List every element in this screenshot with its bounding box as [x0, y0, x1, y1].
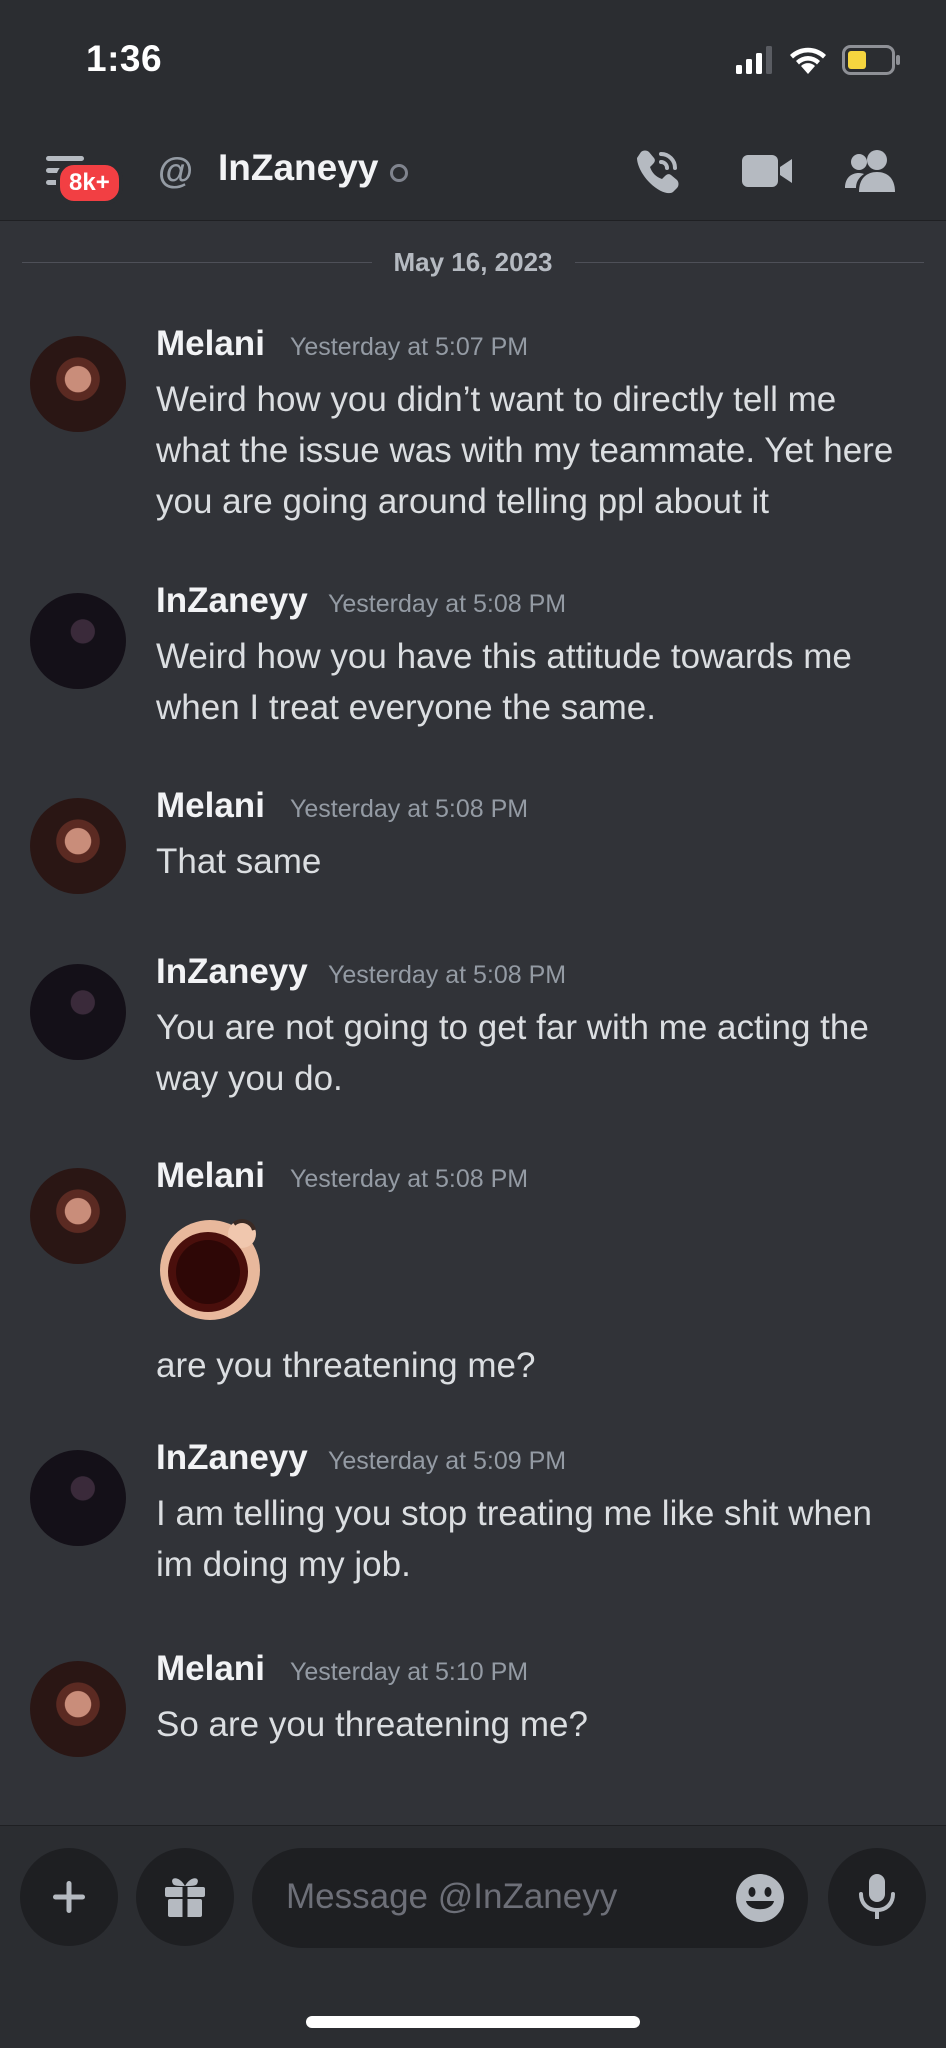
message-composer: Message @InZaneyy	[0, 1825, 946, 2048]
message-author[interactable]: Melani	[156, 1156, 265, 1196]
date-label: May 16, 2023	[393, 246, 553, 277]
message-timestamp: Yesterday at 5:08 PM	[290, 1165, 529, 1193]
message-author[interactable]: InZaneyy	[156, 581, 308, 621]
avatar[interactable]	[30, 1450, 126, 1546]
members-button[interactable]	[842, 142, 902, 200]
message-input-placeholder: Message @InZaneyy	[286, 1877, 618, 1916]
battery-icon	[842, 45, 900, 75]
wifi-icon	[790, 47, 826, 74]
video-icon	[742, 155, 792, 187]
message-author[interactable]: InZaneyy	[156, 952, 308, 992]
unread-badge: 8k+	[56, 161, 123, 205]
message-content: That same	[156, 842, 322, 881]
avatar[interactable]	[30, 1168, 126, 1264]
message-content: I am telling you stop treating me like s…	[156, 1494, 872, 1584]
emoji-icon[interactable]	[734, 1872, 786, 1924]
message-content: So are you threatening me?	[156, 1705, 588, 1744]
avatar[interactable]	[30, 964, 126, 1060]
avatar[interactable]	[30, 798, 126, 894]
message-input[interactable]: Message @InZaneyy	[252, 1848, 808, 1948]
divider-line	[574, 261, 925, 263]
channel-header: 8k+ @ InZaneyy	[0, 120, 946, 221]
at-icon: @	[158, 150, 194, 191]
avatar[interactable]	[30, 1661, 126, 1757]
avatar[interactable]	[30, 336, 126, 432]
gift-icon	[165, 1878, 205, 1917]
message-author[interactable]: InZaneyy	[156, 1438, 308, 1478]
attach-button[interactable]	[20, 1848, 118, 1946]
message-content: You are not going to get far with me act…	[156, 1008, 869, 1098]
message-content: Weird how you have this attitude towards…	[156, 637, 852, 727]
message-timestamp: Yesterday at 5:08 PM	[290, 795, 529, 823]
gift-button[interactable]	[136, 1848, 234, 1946]
members-icon	[845, 150, 895, 192]
call-button[interactable]	[628, 142, 688, 200]
dm-recipient-name[interactable]: InZaneyy	[218, 147, 378, 189]
home-indicator[interactable]	[306, 2016, 640, 2028]
status-time: 1:36	[86, 38, 163, 79]
video-call-button[interactable]	[737, 142, 797, 200]
status-icons	[736, 42, 902, 78]
message-author[interactable]: Melani	[156, 1649, 265, 1689]
message-timestamp: Yesterday at 5:09 PM	[328, 1447, 567, 1475]
offline-status-icon	[390, 164, 408, 182]
message-timestamp: Yesterday at 5:08 PM	[328, 961, 567, 989]
message-content: Weird how you didn’t want to directly te…	[156, 380, 894, 521]
shocked-face-emoji-icon[interactable]	[158, 1212, 270, 1324]
voice-message-button[interactable]	[828, 1848, 926, 1946]
message-content: are you threatening me?	[156, 1346, 536, 1385]
message-timestamp: Yesterday at 5:08 PM	[328, 590, 567, 618]
message-author[interactable]: Melani	[156, 324, 265, 364]
message-timestamp: Yesterday at 5:10 PM	[290, 1658, 529, 1686]
avatar[interactable]	[30, 593, 126, 689]
microphone-icon	[859, 1874, 895, 1919]
dm-screen: 1:36 8k+ @ InZaneyy May 16, 2023 Melani …	[0, 0, 946, 2048]
divider-line	[22, 261, 372, 263]
message-author[interactable]: Melani	[156, 786, 265, 826]
status-bar: 1:36	[0, 0, 946, 120]
cellular-signal-icon	[736, 46, 772, 74]
date-divider: May 16, 2023	[22, 242, 925, 282]
call-icon	[637, 150, 679, 194]
plus-icon	[53, 1881, 85, 1913]
message-timestamp: Yesterday at 5:07 PM	[290, 333, 529, 361]
